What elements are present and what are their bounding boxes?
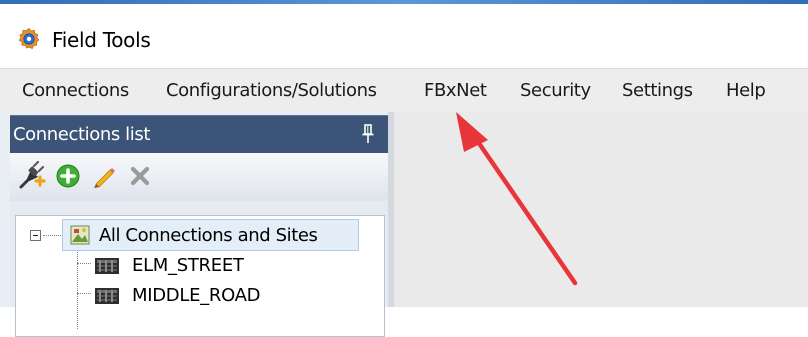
menu-configurations-solutions[interactable]: Configurations/Solutions [166, 79, 377, 103]
collapse-expander-icon[interactable] [30, 230, 41, 241]
device-icon [95, 258, 119, 274]
menu-settings[interactable]: Settings [622, 79, 693, 103]
connections-panel-header: Connections list [10, 115, 388, 154]
connect-plug-icon[interactable] [17, 161, 47, 191]
add-icon[interactable] [53, 161, 83, 191]
pin-icon[interactable] [362, 124, 374, 144]
device-icon [95, 288, 119, 304]
tree-connector [43, 235, 61, 236]
delete-x-icon[interactable] [125, 161, 155, 191]
panel-title: Connections list [13, 124, 150, 145]
title-bar: Field Tools [0, 4, 808, 68]
menu-connections[interactable]: Connections [22, 79, 129, 103]
tree-connector [77, 249, 78, 329]
connections-toolbar [10, 153, 388, 201]
tree-root-label: All Connections and Sites [99, 225, 318, 246]
edit-pencil-icon[interactable] [89, 161, 119, 191]
tree-item-label: ELM_STREET [132, 255, 244, 276]
connections-tree: All Connections and Sites ELM_STREET MID… [15, 215, 385, 337]
main-workspace [394, 112, 808, 307]
menu-security[interactable]: Security [520, 79, 591, 103]
connections-panel: Connections list All Connections and Sit… [0, 112, 388, 337]
tree-connector [77, 293, 91, 294]
menu-help[interactable]: Help [726, 79, 766, 103]
tree-item-label: MIDDLE_ROAD [132, 285, 261, 306]
menu-bar: Connections Configurations/Solutions FBx… [0, 68, 808, 113]
connections-tree-area: All Connections and Sites ELM_STREET MID… [10, 201, 388, 337]
window-title: Field Tools [52, 28, 151, 52]
menu-fbxnet[interactable]: FBxNet [424, 79, 487, 103]
tree-connector [77, 263, 91, 264]
gear-app-icon [18, 27, 40, 50]
sites-icon [70, 225, 90, 245]
tree-root-all-connections[interactable]: All Connections and Sites [62, 219, 359, 251]
